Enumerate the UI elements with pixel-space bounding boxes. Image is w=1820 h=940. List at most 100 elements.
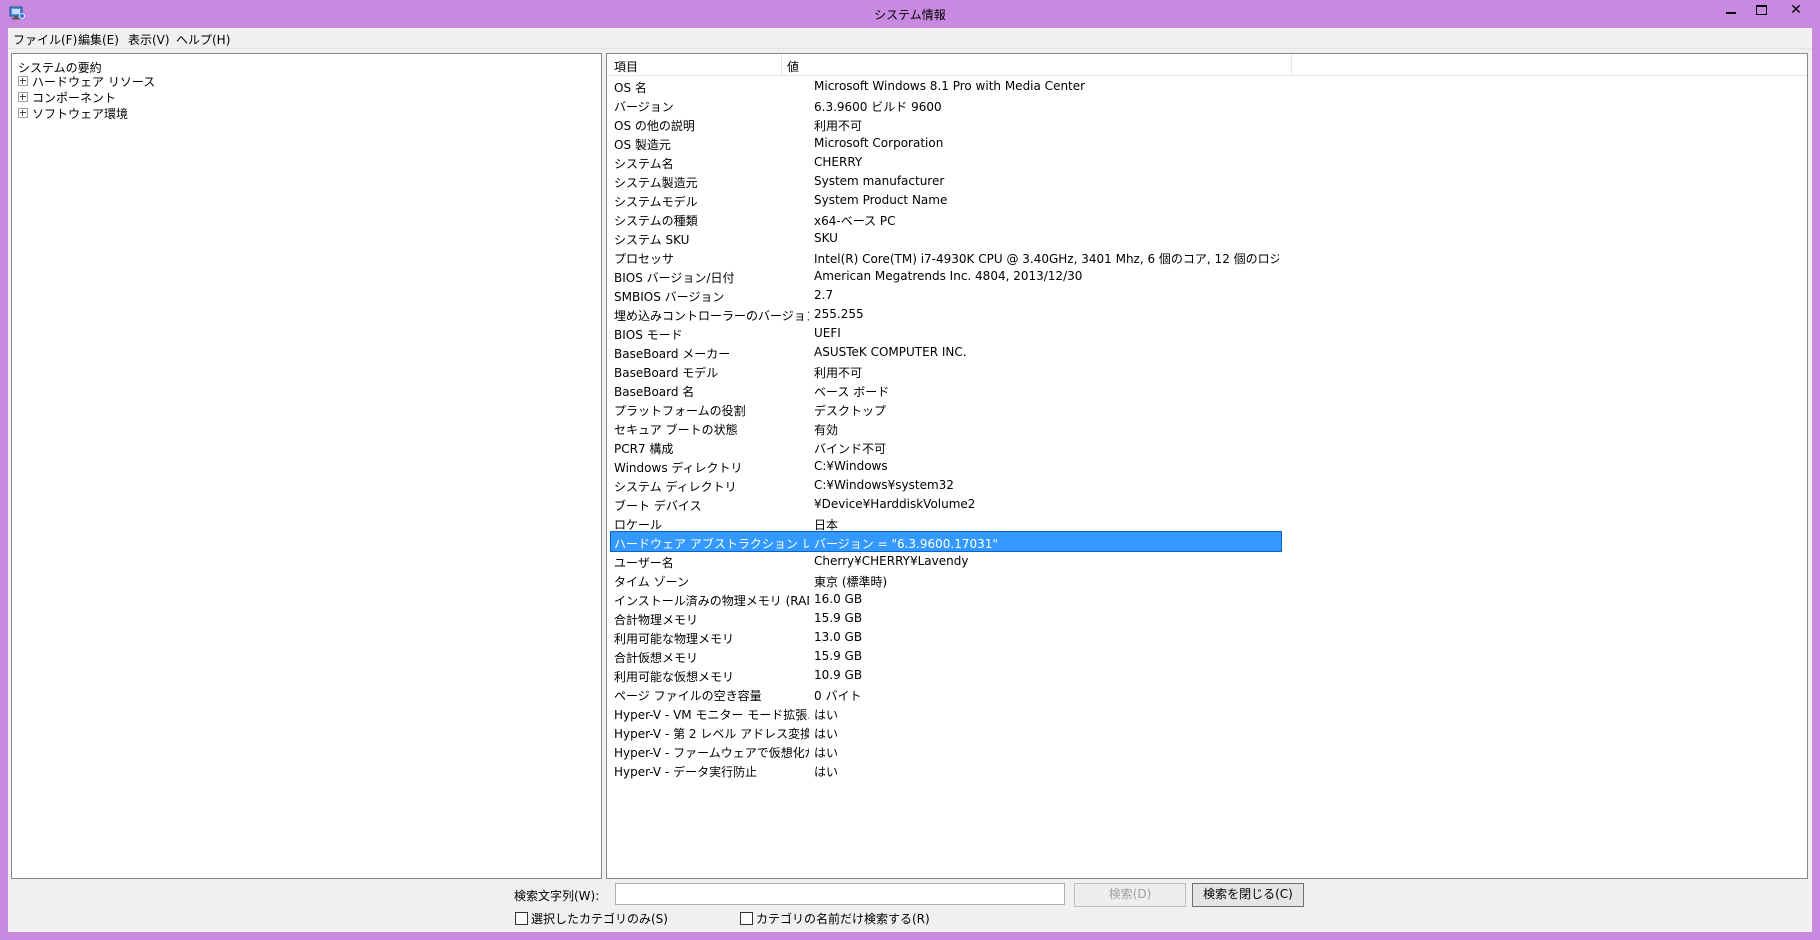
row-item[interactable]: 合計物理メモリ	[614, 611, 809, 628]
menu-file[interactable]: ファイル(F)	[13, 31, 77, 48]
row-item[interactable]: インストール済みの物理メモリ (RAM)	[614, 592, 809, 609]
row-item[interactable]: Windows ディレクトリ	[614, 459, 809, 476]
table-row[interactable]: システム ディレクトリ C:¥Windows¥system32	[611, 475, 1281, 494]
row-item[interactable]: Hyper-V - ファームウェアで仮想化が...	[614, 744, 809, 761]
menu-view[interactable]: 表示(V)	[128, 31, 170, 48]
table-row[interactable]: OS の他の説明 利用不可	[611, 114, 1281, 133]
tree-item-label[interactable]: ソフトウェア環境	[32, 105, 128, 122]
close-search-button[interactable]: 検索を閉じる(C)	[1192, 883, 1304, 907]
table-row[interactable]: 利用可能な物理メモリ 13.0 GB	[611, 627, 1281, 646]
row-item[interactable]: セキュア ブートの状態	[614, 421, 809, 438]
row-value[interactable]: UEFI	[814, 326, 1279, 340]
table-row[interactable]: 合計仮想メモリ 15.9 GB	[611, 646, 1281, 665]
row-item[interactable]: OS 製造元	[614, 136, 809, 153]
row-value[interactable]: System Product Name	[814, 193, 1279, 207]
table-row[interactable]: ブート デバイス ¥Device¥HarddiskVolume2	[611, 494, 1281, 513]
table-row[interactable]: プロセッサ Intel(R) Core(TM) i7-4930K CPU @ 3.…	[611, 247, 1281, 266]
table-row[interactable]: インストール済みの物理メモリ (RAM) 16.0 GB	[611, 589, 1281, 608]
table-row[interactable]: BaseBoard モデル 利用不可	[611, 361, 1281, 380]
row-item[interactable]: プラットフォームの役割	[614, 402, 809, 419]
row-value[interactable]: 15.9 GB	[814, 649, 1279, 663]
tree-item-label[interactable]: ハードウェア リソース	[32, 73, 155, 90]
row-item[interactable]: OS 名	[614, 79, 809, 96]
row-item[interactable]: システム ディレクトリ	[614, 478, 809, 495]
expand-plus-icon[interactable]	[18, 92, 28, 102]
checkbox-label[interactable]: 選択したカテゴリのみ(S)	[531, 910, 668, 927]
row-value[interactable]: Microsoft Corporation	[814, 136, 1279, 150]
table-row[interactable]: システムモデル System Product Name	[611, 190, 1281, 209]
tree-item-hardware-resources[interactable]: ハードウェア リソース	[18, 73, 155, 89]
menu-edit[interactable]: 編集(E)	[78, 31, 119, 48]
row-value[interactable]: デスクトップ	[814, 402, 1279, 419]
row-value[interactable]: 15.9 GB	[814, 611, 1279, 625]
tree-item-components[interactable]: コンポーネント	[18, 89, 116, 105]
search-input[interactable]	[615, 883, 1065, 905]
row-item[interactable]: Hyper-V - データ実行防止	[614, 763, 809, 780]
table-row[interactable]: タイム ゾーン 東京 (標準時)	[611, 570, 1281, 589]
row-value[interactable]: x64-ベース PC	[814, 212, 1279, 229]
table-row[interactable]: Hyper-V - データ実行防止 はい	[611, 760, 1281, 779]
table-row[interactable]: セキュア ブートの状態 有効	[611, 418, 1281, 437]
table-row[interactable]: システム名 CHERRY	[611, 152, 1281, 171]
row-value[interactable]: 16.0 GB	[814, 592, 1279, 606]
tree-item-label[interactable]: コンポーネント	[32, 89, 116, 106]
row-item[interactable]: 利用可能な仮想メモリ	[614, 668, 809, 685]
table-row[interactable]: BaseBoard メーカー ASUSTeK COMPUTER INC.	[611, 342, 1281, 361]
checkbox-icon[interactable]	[515, 912, 528, 925]
table-row[interactable]: システム SKU SKU	[611, 228, 1281, 247]
search-selected-category-only[interactable]: 選択したカテゴリのみ(S)	[515, 910, 668, 927]
table-row[interactable]: システムの種類 x64-ベース PC	[611, 209, 1281, 228]
table-row[interactable]: ハードウェア アブストラクション レイヤーバージョン = "6.3.9600.1…	[610, 531, 1282, 552]
row-item[interactable]: システム SKU	[614, 231, 809, 248]
table-row[interactable]: BaseBoard 名ベース ボード	[611, 380, 1281, 399]
row-value[interactable]: はい	[814, 725, 1279, 742]
category-tree[interactable]: システムの要約 ハードウェア リソース コンポーネント ソフトウェア環境	[11, 53, 602, 879]
row-value[interactable]: C:¥Windows¥system32	[814, 478, 1279, 492]
table-row[interactable]: Hyper-V - ファームウェアで仮想化が... はい	[611, 741, 1281, 760]
row-item[interactable]: BIOS モード	[614, 326, 809, 343]
row-item[interactable]: タイム ゾーン	[614, 573, 809, 590]
row-item[interactable]: ユーザー名	[614, 554, 809, 571]
table-row[interactable]: PCR7 構成 バインド不可	[611, 437, 1281, 456]
table-row[interactable]: 埋め込みコントローラーのバージョン 255.255	[611, 304, 1281, 323]
table-row[interactable]: Windows ディレクトリ C:¥Windows	[611, 456, 1281, 475]
table-row[interactable]: システム製造元 System manufacturer	[611, 171, 1281, 190]
row-value[interactable]: 利用不可	[814, 117, 1279, 134]
row-item[interactable]: 埋め込みコントローラーのバージョン	[614, 307, 809, 324]
row-value[interactable]: Microsoft Windows 8.1 Pro with Media Cen…	[814, 79, 1279, 93]
table-row[interactable]: SMBIOS バージョン 2.7	[611, 285, 1281, 304]
row-item[interactable]: プロセッサ	[614, 250, 809, 267]
row-value[interactable]: 2.7	[814, 288, 1279, 302]
row-value[interactable]: CHERRY	[814, 155, 1279, 169]
row-item[interactable]: Hyper-V - VM モニター モード拡張...	[614, 706, 809, 723]
menu-help[interactable]: ヘルプ(H)	[176, 31, 230, 48]
row-value[interactable]: 東京 (標準時)	[814, 573, 1279, 590]
row-value[interactable]: 0 バイト	[814, 687, 1279, 704]
title-bar[interactable]: システム情報 ✕	[0, 0, 1820, 28]
row-item[interactable]: BaseBoard メーカー	[614, 345, 809, 362]
row-item[interactable]: BIOS バージョン/日付	[614, 269, 809, 286]
row-item[interactable]: 利用可能な物理メモリ	[614, 630, 809, 647]
table-row[interactable]: Hyper-V - 第 2 レベル アドレス変換... はい	[611, 722, 1281, 741]
row-value[interactable]: 有効	[814, 421, 1279, 438]
column-divider[interactable]	[781, 54, 782, 75]
row-value[interactable]: はい	[814, 706, 1279, 723]
row-value[interactable]: バージョン = "6.3.9600.17031"	[814, 535, 1279, 552]
row-item[interactable]: システムモデル	[614, 193, 809, 210]
row-item[interactable]: システムの種類	[614, 212, 809, 229]
column-header-value[interactable]: 値	[787, 58, 799, 75]
table-row[interactable]: BIOS モード UEFI	[611, 323, 1281, 342]
row-value[interactable]: Cherry¥CHERRY¥Lavendy	[814, 554, 1279, 568]
row-value[interactable]: ¥Device¥HarddiskVolume2	[814, 497, 1279, 511]
table-row[interactable]: ロケール 日本	[611, 513, 1281, 532]
row-item[interactable]: バージョン	[614, 98, 809, 115]
row-value[interactable]: Intel(R) Core(TM) i7-4930K CPU @ 3.40GHz…	[814, 250, 1279, 267]
row-value[interactable]: はい	[814, 763, 1279, 780]
minimize-button[interactable]	[1716, 0, 1746, 20]
row-value[interactable]: ASUSTeK COMPUTER INC.	[814, 345, 1279, 359]
row-value[interactable]: 10.9 GB	[814, 668, 1279, 682]
expand-plus-icon[interactable]	[18, 108, 28, 118]
row-item[interactable]: ページ ファイルの空き容量	[614, 687, 809, 704]
checkbox-icon[interactable]	[740, 912, 753, 925]
table-row[interactable]: BIOS バージョン/日付 American Megatrends Inc. 48…	[611, 266, 1281, 285]
